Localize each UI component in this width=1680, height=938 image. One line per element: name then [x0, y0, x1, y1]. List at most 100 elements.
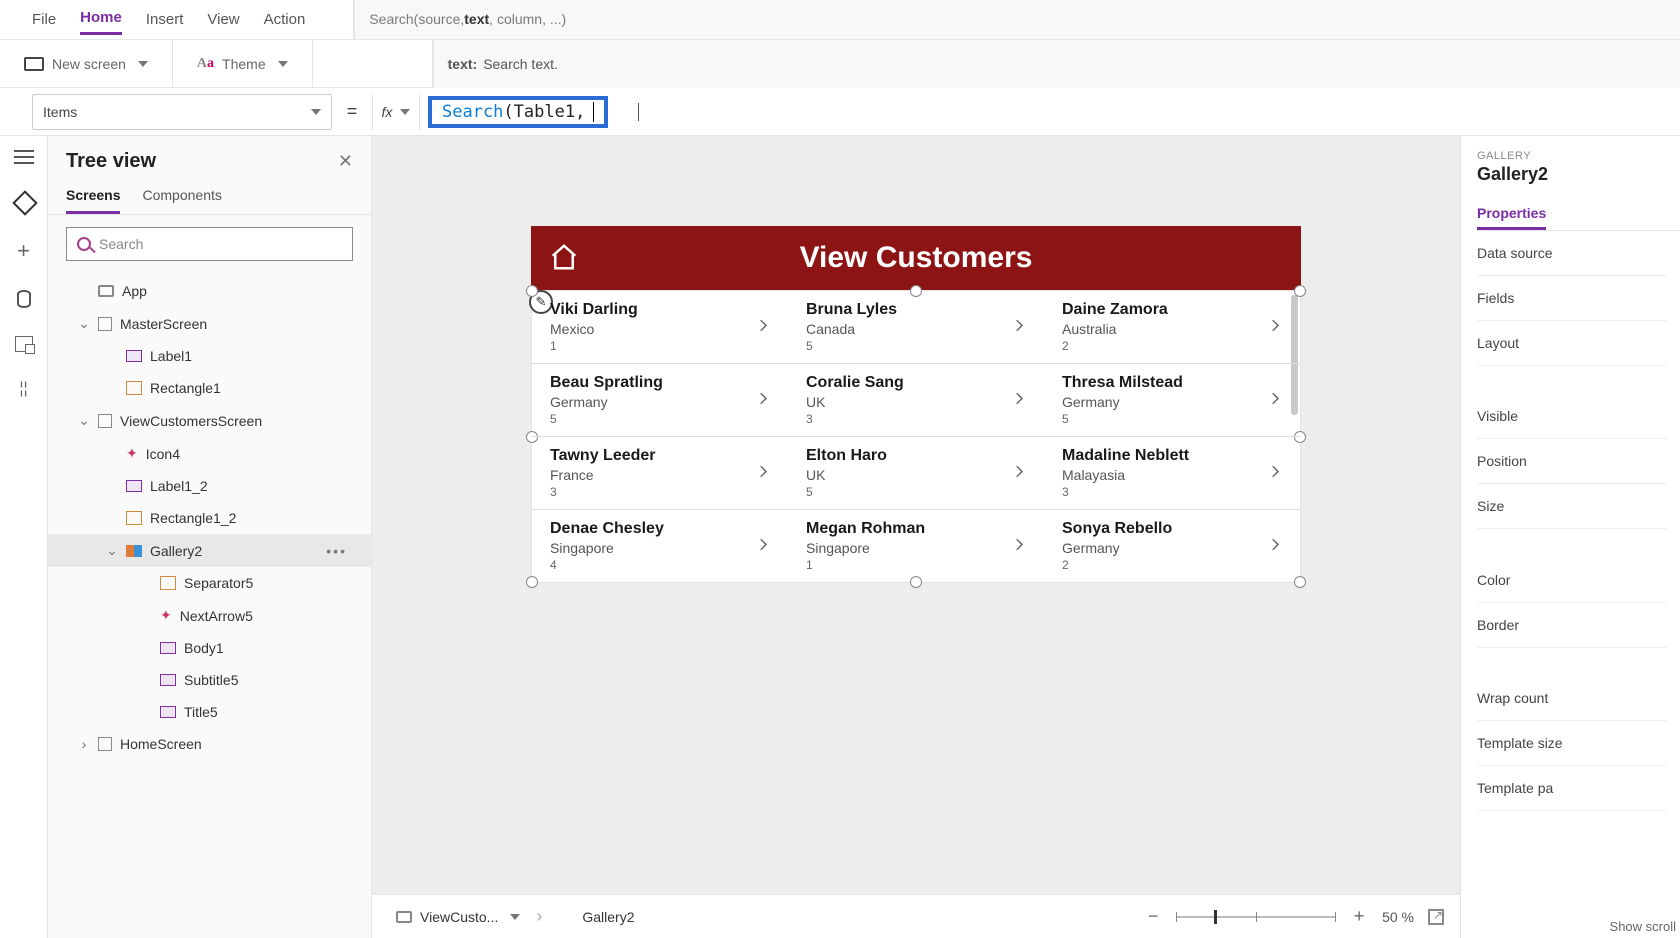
tree-search-input[interactable]: Search	[66, 227, 353, 261]
next-arrow-icon[interactable]	[754, 390, 772, 411]
expand-icon[interactable]: ›	[78, 736, 90, 752]
property-template-pa[interactable]: Template pa	[1477, 766, 1667, 811]
menu-tab-insert[interactable]: Insert	[146, 5, 184, 34]
properties-tab[interactable]: Properties	[1477, 199, 1546, 230]
tree-node-app[interactable]: App	[48, 275, 371, 307]
insert-icon[interactable]: +	[17, 240, 30, 262]
next-arrow-icon[interactable]	[754, 317, 772, 338]
item-body: 1	[806, 558, 1026, 572]
menu-tab-home[interactable]: Home	[80, 3, 122, 35]
chevron-down-icon	[510, 914, 520, 920]
next-arrow-icon[interactable]	[1010, 317, 1028, 338]
tree-node-icon4[interactable]: ✦Icon4	[48, 437, 371, 470]
theme-button[interactable]: Aa Theme	[173, 40, 313, 88]
property-wrap-count[interactable]: Wrap count	[1477, 676, 1667, 721]
gallery-item[interactable]: Beau SpratlingGermany5	[532, 363, 788, 436]
gallery-row: Tawny LeederFrance3Elton HaroUK5Madaline…	[532, 436, 1300, 509]
item-subtitle: Australia	[1062, 321, 1282, 337]
item-title: Thresa Milstead	[1062, 374, 1282, 392]
gallery-item[interactable]: Thresa MilsteadGermany5	[1044, 363, 1300, 436]
property-selector[interactable]: Items	[32, 94, 332, 130]
expand-icon[interactable]: ⌄	[78, 315, 90, 332]
data-icon[interactable]	[17, 290, 31, 308]
next-arrow-icon[interactable]	[1010, 390, 1028, 411]
label-icon	[160, 642, 176, 654]
tree-node-masterscreen[interactable]: ⌄MasterScreen	[48, 307, 371, 340]
tree-tabs: Screens Components	[48, 179, 371, 215]
tree-view-icon[interactable]	[14, 192, 34, 212]
tree-node-rectangle1_2[interactable]: Rectangle1_2	[48, 502, 371, 534]
tree-node-label1[interactable]: Label1	[48, 340, 371, 372]
zoom-out-button[interactable]: −	[1144, 906, 1162, 927]
next-arrow-icon[interactable]	[1266, 390, 1284, 411]
chevron-down-icon	[278, 61, 288, 67]
formula-input[interactable]: Search(Table1,	[420, 94, 1680, 130]
next-arrow-icon[interactable]	[1266, 317, 1284, 338]
breadcrumb-control[interactable]: Gallery2	[550, 905, 642, 929]
property-size[interactable]: Size	[1477, 484, 1667, 529]
menu-tab-view[interactable]: View	[207, 5, 239, 34]
item-subtitle: Germany	[1062, 540, 1282, 556]
menu-tab-file[interactable]: File	[32, 5, 56, 34]
close-icon[interactable]: ✕	[338, 151, 353, 172]
label-icon	[160, 706, 176, 718]
tree-node-nextarrow5[interactable]: ✦NextArrow5	[48, 599, 371, 632]
fullscreen-icon[interactable]	[1428, 909, 1444, 925]
home-icon[interactable]	[549, 242, 579, 275]
gallery-item[interactable]: Tawny LeederFrance3	[532, 436, 788, 509]
gallery-item[interactable]: Denae ChesleySingapore4	[532, 509, 788, 582]
next-arrow-icon[interactable]	[1266, 536, 1284, 557]
tree-tab-screens[interactable]: Screens	[66, 179, 120, 214]
property-position[interactable]: Position	[1477, 439, 1667, 484]
expand-icon[interactable]: ⌄	[106, 542, 118, 559]
tools-icon[interactable]: ¦¦	[19, 380, 27, 398]
menu-tab-action[interactable]: Action	[264, 5, 306, 34]
gallery-item[interactable]: Megan RohmanSingapore1	[788, 509, 1044, 582]
media-icon[interactable]	[15, 336, 33, 352]
property-layout[interactable]: Layout	[1477, 321, 1667, 366]
zoom-slider[interactable]	[1176, 916, 1336, 918]
property-border[interactable]: Border	[1477, 603, 1667, 648]
tree-node-gallery2[interactable]: ⌄Gallery2•••	[48, 534, 371, 567]
tree-node-separator5[interactable]: Separator5	[48, 567, 371, 599]
tree-node-viewcustomersscreen[interactable]: ⌄ViewCustomersScreen	[48, 404, 371, 437]
breadcrumb-screen[interactable]: ViewCusto...	[388, 905, 528, 929]
new-screen-button[interactable]: New screen	[0, 40, 173, 88]
left-nav-rail: + ¦¦	[0, 136, 48, 938]
gallery-item[interactable]: Bruna LylesCanada5	[788, 291, 1044, 363]
gallery-item[interactable]: Elton HaroUK5	[788, 436, 1044, 509]
tree-node-label1_2[interactable]: Label1_2	[48, 470, 371, 502]
tree-view-panel: Tree view ✕ ScreensComponents Search App…	[48, 136, 372, 938]
screen-thumb-icon	[98, 737, 112, 751]
next-arrow-icon[interactable]	[1266, 463, 1284, 484]
next-arrow-icon[interactable]	[1010, 536, 1028, 557]
zoom-in-button[interactable]: +	[1350, 906, 1368, 927]
gallery-item[interactable]: Sonya RebelloGermany2	[1044, 509, 1300, 582]
node-menu-icon[interactable]: •••	[326, 543, 347, 559]
fx-button[interactable]: fx	[372, 94, 420, 130]
property-template-size[interactable]: Template size	[1477, 721, 1667, 766]
gallery-item[interactable]: Madaline NeblettMalayasia3	[1044, 436, 1300, 509]
expand-icon[interactable]: ⌄	[78, 412, 90, 429]
property-color[interactable]: Color	[1477, 558, 1667, 603]
item-subtitle: UK	[806, 394, 1026, 410]
next-arrow-icon[interactable]	[754, 536, 772, 557]
tree-node-subtitle5[interactable]: Subtitle5	[48, 664, 371, 696]
gallery-item[interactable]: Coralie SangUK3	[788, 363, 1044, 436]
tree-node-title5[interactable]: Title5	[48, 696, 371, 728]
gallery-item[interactable]: Daine ZamoraAustralia2	[1044, 291, 1300, 363]
next-arrow-icon[interactable]	[1010, 463, 1028, 484]
property-visible[interactable]: Visible	[1477, 394, 1667, 439]
gallery-control[interactable]: ✎ Viki DarlingMexico1Bruna LylesCanada5D…	[531, 290, 1301, 583]
tree-node-rectangle1[interactable]: Rectangle1	[48, 372, 371, 404]
property-data-source[interactable]: Data source	[1477, 231, 1667, 276]
next-arrow-icon[interactable]	[754, 463, 772, 484]
gallery-item[interactable]: Viki DarlingMexico1	[532, 291, 788, 363]
tree-tab-components[interactable]: Components	[142, 179, 221, 214]
tree-nodes[interactable]: App⌄MasterScreenLabel1Rectangle1⌄ViewCus…	[48, 273, 371, 938]
text-caret	[638, 103, 639, 121]
hamburger-icon[interactable]	[14, 150, 34, 164]
property-fields[interactable]: Fields	[1477, 276, 1667, 321]
tree-node-homescreen[interactable]: ›HomeScreen	[48, 728, 371, 760]
tree-node-body1[interactable]: Body1	[48, 632, 371, 664]
